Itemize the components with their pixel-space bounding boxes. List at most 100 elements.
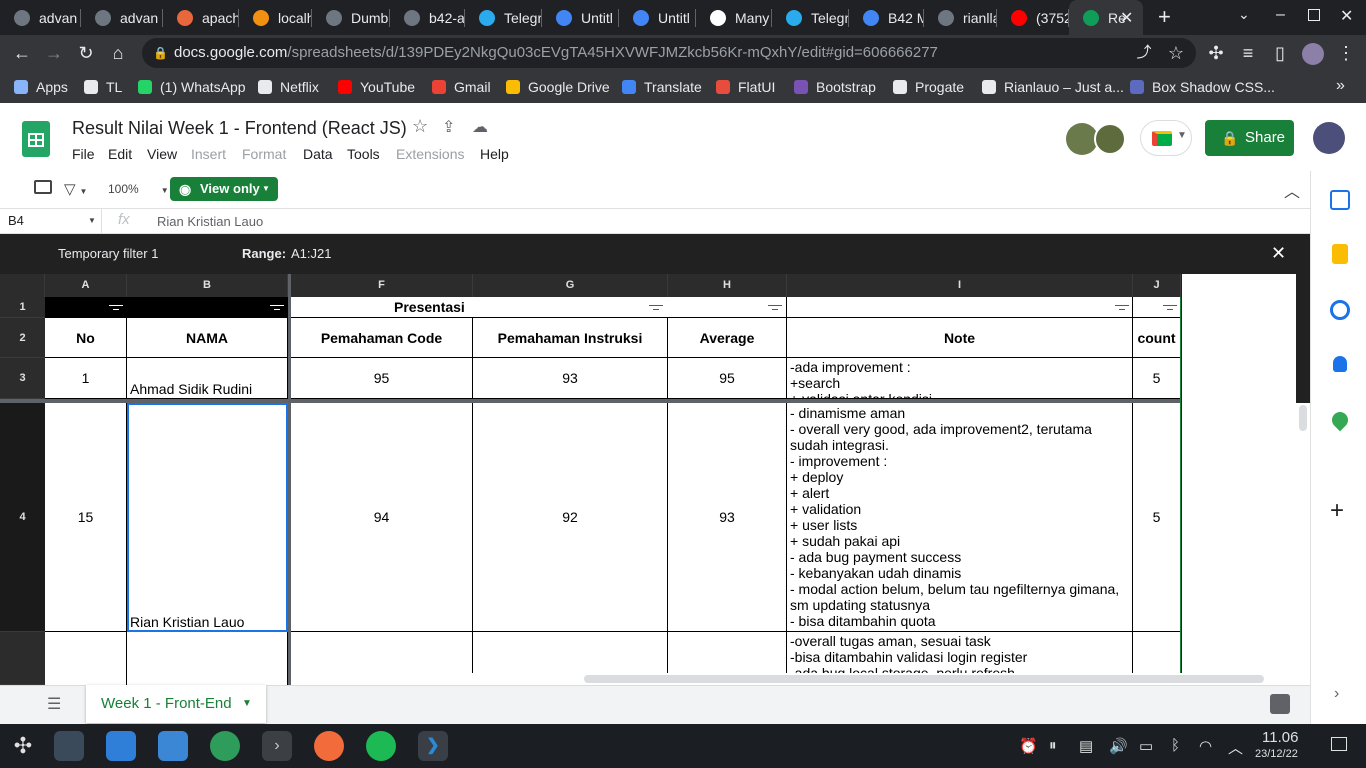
view-only-button[interactable]: ◉ View only ▼ xyxy=(170,177,278,201)
filter-range-value[interactable]: A1:J21 xyxy=(291,246,331,261)
browser-menu-icon[interactable]: ⋮ xyxy=(1336,44,1356,62)
terminal-app-icon[interactable]: › xyxy=(262,731,292,761)
cell-pemahaman-code[interactable]: 95 xyxy=(291,358,473,399)
tasks-icon[interactable] xyxy=(1330,300,1350,320)
cell-count[interactable]: 5 xyxy=(1133,358,1181,399)
side-panel-icon[interactable]: ▯ xyxy=(1270,44,1290,62)
browser-tab[interactable]: (3752) xyxy=(997,0,1069,35)
cell-no[interactable]: 15 xyxy=(45,403,127,632)
share-button[interactable]: 🔒 Share xyxy=(1205,120,1294,156)
cell-pemahaman-code[interactable]: 94 xyxy=(291,403,473,632)
browser-tab[interactable]: Telegr xyxy=(465,0,542,35)
collaborator-avatar[interactable] xyxy=(1094,123,1126,155)
browser-tab[interactable]: advan xyxy=(0,0,81,35)
menu-file[interactable]: File xyxy=(72,146,95,162)
menu-data[interactable]: Data xyxy=(303,146,333,162)
formula-input[interactable]: Rian Kristian Lauo xyxy=(157,214,263,229)
cell-pemahaman-instruksi[interactable]: 92 xyxy=(473,403,668,632)
browser-tab[interactable]: Untitl xyxy=(542,0,619,35)
bookmark-item[interactable]: Google Drive xyxy=(506,79,610,95)
bookmark-item[interactable]: Box Shadow CSS... xyxy=(1130,79,1275,95)
cell-nama[interactable]: Ahmad Sidik Rudini xyxy=(127,358,288,399)
vertical-scrollbar[interactable] xyxy=(1296,403,1310,685)
cell-a1[interactable] xyxy=(45,297,127,318)
maps-icon[interactable] xyxy=(1328,408,1352,432)
close-tab-icon[interactable]: ✕ xyxy=(1120,8,1133,28)
browser-tab[interactable]: advan xyxy=(81,0,163,35)
column-header-a[interactable]: A xyxy=(45,274,127,297)
add-addon-icon[interactable]: + xyxy=(1330,497,1344,525)
close-filter-icon[interactable]: ✕ xyxy=(1271,243,1286,264)
sheet-tab-week-1[interactable]: Week 1 - Front-End ▼ xyxy=(86,685,266,723)
filter-icon[interactable]: ▽ ▼ xyxy=(64,180,87,198)
keep-icon[interactable] xyxy=(1332,244,1348,264)
minimize-window-icon[interactable]: – xyxy=(1276,6,1285,24)
scrollbar-thumb[interactable] xyxy=(584,675,1264,683)
filter-name[interactable]: Temporary filter 1 xyxy=(58,246,158,261)
show-desktop-icon[interactable] xyxy=(1331,737,1347,751)
header-pemahaman-code[interactable]: Pemahaman Code xyxy=(291,318,473,358)
chevron-down-icon[interactable]: ▼ xyxy=(242,685,252,723)
scrollbar-thumb[interactable] xyxy=(1299,405,1307,431)
cell-average[interactable]: 95 xyxy=(668,358,787,399)
bookmark-item[interactable]: FlatUI xyxy=(716,79,775,95)
zoom-select[interactable]: 100% ▼ xyxy=(108,182,169,196)
maximize-window-icon[interactable] xyxy=(1308,9,1320,21)
print-icon[interactable] xyxy=(34,180,52,194)
move-folder-icon[interactable]: ⇪ xyxy=(442,117,455,137)
tray-expand-icon[interactable]: ︿ xyxy=(1228,737,1243,758)
browser-tab[interactable]: Untitl xyxy=(619,0,696,35)
volume-icon[interactable]: 🔊 xyxy=(1109,737,1128,755)
clock-date[interactable]: 23/12/22 xyxy=(1255,748,1298,760)
contacts-icon[interactable] xyxy=(1333,356,1347,372)
more-bookmarks-icon[interactable]: » xyxy=(1336,77,1345,95)
notifications-icon[interactable]: ⏰ xyxy=(1019,737,1038,755)
filter-toggle-icon[interactable] xyxy=(270,305,284,313)
cell-note[interactable]: -ada improvement : +search + validasi an… xyxy=(787,358,1133,399)
bookmark-item[interactable]: Netflix xyxy=(258,79,319,95)
cell-nama[interactable] xyxy=(127,632,288,685)
cell-no[interactable] xyxy=(45,632,127,685)
column-header-j[interactable]: J xyxy=(1133,274,1181,297)
name-box[interactable]: B4 ▼ xyxy=(0,209,102,233)
column-header-g[interactable]: G xyxy=(473,274,668,297)
reload-icon[interactable]: ↻ xyxy=(76,44,96,62)
menu-view[interactable]: View xyxy=(147,146,177,162)
bookmark-item[interactable]: (1) WhatsApp xyxy=(138,79,246,95)
new-tab-button[interactable]: + xyxy=(1158,4,1171,30)
vscode-icon[interactable]: ❯ xyxy=(418,731,448,761)
explore-icon[interactable] xyxy=(1270,694,1290,714)
header-pemahaman-instruksi[interactable]: Pemahaman Instruksi xyxy=(473,318,668,358)
menu-tools[interactable]: Tools xyxy=(347,146,380,162)
files-app-icon[interactable] xyxy=(158,731,188,761)
column-header-i[interactable]: I xyxy=(787,274,1133,297)
bookmark-item[interactable]: Gmail xyxy=(432,79,491,95)
browser-tab[interactable]: Dumb xyxy=(312,0,390,35)
star-icon[interactable]: ☆ xyxy=(412,116,428,137)
filter-toggle-icon[interactable] xyxy=(1115,305,1129,313)
app-launcher-icon[interactable]: ✣ xyxy=(8,731,38,761)
cell-note[interactable]: - dinamisme aman - overall very good, ad… xyxy=(787,403,1133,632)
menu-edit[interactable]: Edit xyxy=(108,146,132,162)
all-sheets-icon[interactable]: ☰ xyxy=(47,694,61,714)
bookmark-star-icon[interactable]: ☆ xyxy=(1166,44,1186,62)
bookmark-item[interactable]: Bootstrap xyxy=(794,79,876,95)
cell-no[interactable]: 1 xyxy=(45,358,127,399)
bookmark-item[interactable]: YouTube xyxy=(338,79,415,95)
header-average[interactable]: Average xyxy=(668,318,787,358)
bookmark-item[interactable]: Translate xyxy=(622,79,702,95)
bookmark-item[interactable]: Progate xyxy=(893,79,964,95)
media-control-icon[interactable]: ≡ xyxy=(1238,44,1258,62)
settings-app-icon[interactable] xyxy=(54,731,84,761)
column-header-b[interactable]: B xyxy=(127,274,288,297)
row-header-4[interactable]: 4 xyxy=(0,403,45,632)
design-app-icon[interactable] xyxy=(314,731,344,761)
spotify-icon[interactable] xyxy=(366,731,396,761)
filter-toggle-icon[interactable] xyxy=(649,305,663,313)
menu-format[interactable]: Format xyxy=(242,146,286,162)
browser-tab[interactable]: rianlla xyxy=(924,0,997,35)
url-bar[interactable]: 🔒 docs.google.com/spreadsheets/d/139PDEy… xyxy=(142,38,1196,68)
share-page-icon[interactable]: ⤴ xyxy=(1134,44,1154,62)
cell-count[interactable]: 5 xyxy=(1133,403,1181,632)
browser-tab[interactable]: apach xyxy=(163,0,239,35)
